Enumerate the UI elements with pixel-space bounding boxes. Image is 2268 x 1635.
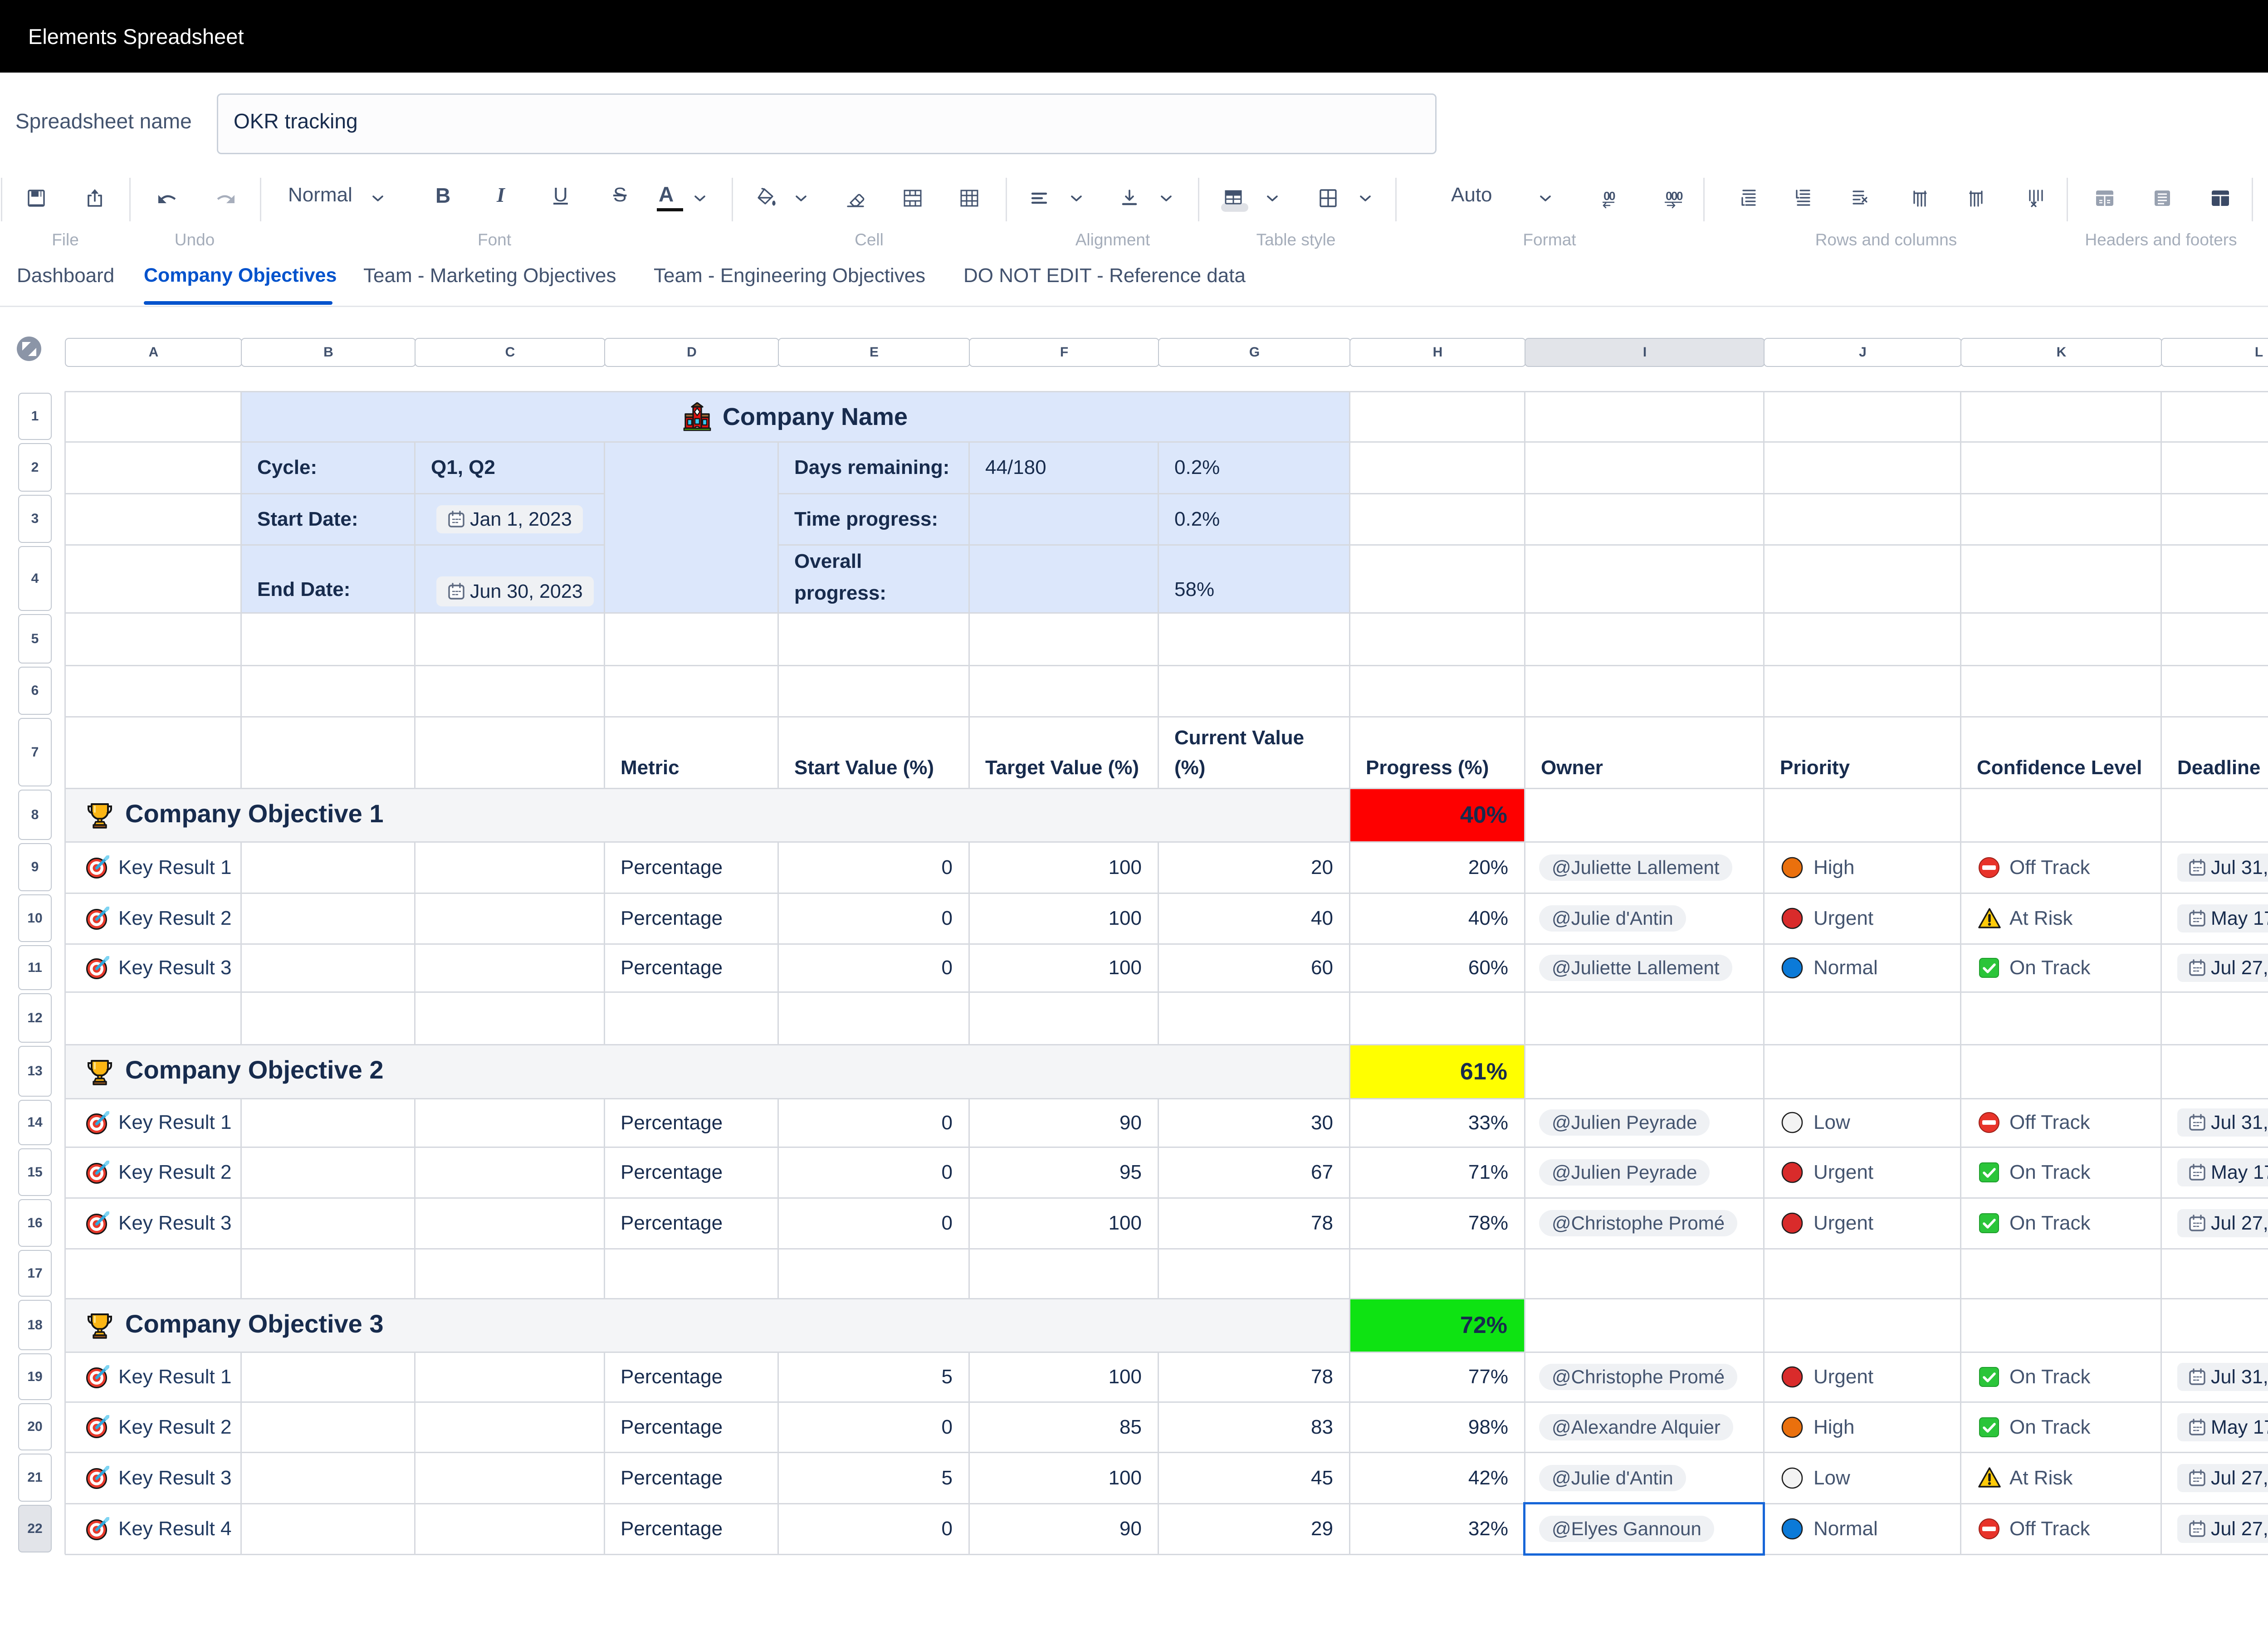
svg-text:0: 0 [1609, 189, 1615, 203]
svg-text:0: 0 [1677, 189, 1683, 203]
